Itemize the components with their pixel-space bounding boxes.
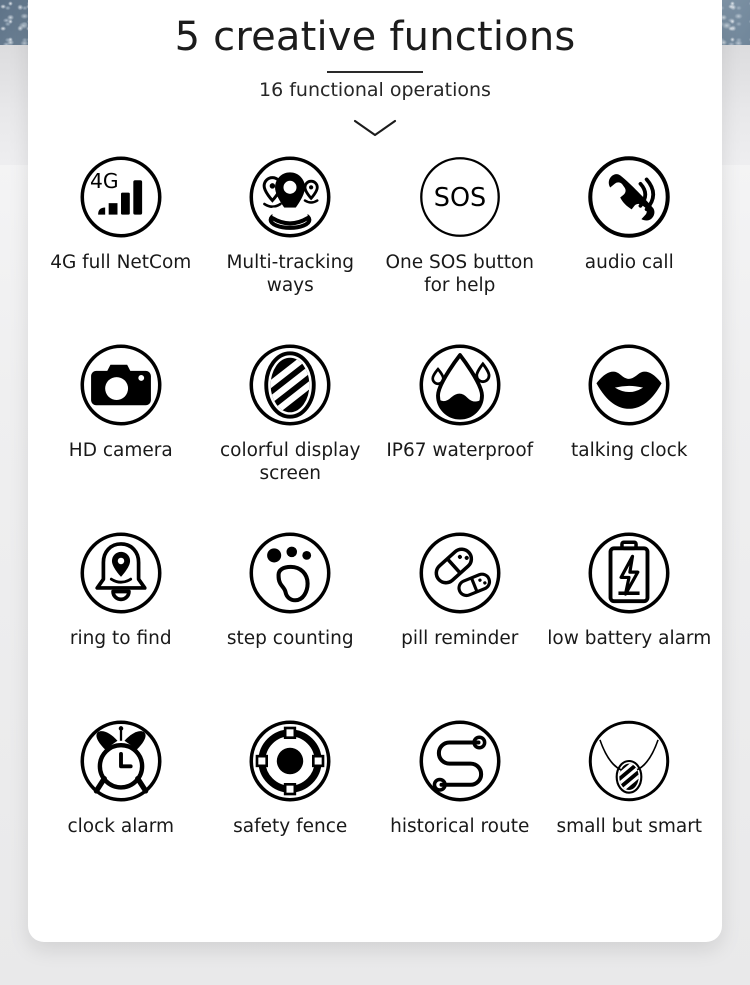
display-screen-icon: [249, 344, 331, 425]
necklace-pendant-icon: [589, 720, 670, 801]
feature-label: IP67 waterproof: [386, 439, 534, 461]
card-header: 5 creative functions 16 functional opera…: [28, 0, 722, 139]
feature-label: colorful display screen: [219, 439, 361, 485]
feature-label: talking clock: [571, 439, 688, 461]
feature-label: historical route: [390, 815, 530, 837]
geofence-icon: [249, 720, 331, 801]
feature-item-small-but-smart[interactable]: small but smart: [545, 717, 715, 905]
feature-label: step counting: [226, 627, 354, 649]
svg-text:SOS: SOS: [434, 182, 486, 212]
feature-label: audio call: [584, 251, 674, 273]
feature-item-colorful-display-screen[interactable]: colorful display screen: [206, 341, 376, 529]
battery-low-icon: [588, 532, 670, 613]
feature-item-low-battery-alarm[interactable]: low battery alarm: [545, 529, 715, 717]
alarm-clock-icon: [80, 720, 162, 801]
feature-item-clock-alarm[interactable]: clock alarm: [36, 717, 206, 905]
feature-item-safety-fence[interactable]: safety fence: [206, 717, 376, 905]
feature-card: 5 creative functions 16 functional opera…: [28, 0, 722, 942]
feature-item-audio-call[interactable]: audio call: [545, 153, 715, 341]
water-drop-icon: [419, 344, 501, 425]
feature-item-sos-button[interactable]: SOS One SOS button for help: [375, 153, 545, 341]
feature-item-pill-reminder[interactable]: pill reminder: [375, 529, 545, 717]
feature-label: 4G full NetCom: [50, 251, 192, 273]
pills-icon: [419, 532, 501, 613]
feature-item-talking-clock[interactable]: talking clock: [545, 341, 715, 529]
page-title: 5 creative functions: [174, 14, 576, 60]
page-subtitle: 16 functional operations: [259, 78, 491, 101]
feature-label: safety fence: [233, 815, 348, 837]
feature-item-historical-route[interactable]: historical route: [375, 717, 545, 905]
map-pins-icon: [249, 156, 331, 237]
feature-label: One SOS button for help: [385, 251, 535, 297]
bell-locator-icon: [80, 532, 162, 613]
feature-item-ip67-waterproof[interactable]: IP67 waterproof: [375, 341, 545, 529]
sos-icon: SOS: [419, 156, 500, 237]
feature-label: clock alarm: [67, 815, 174, 837]
feature-label: Multi-tracking ways: [226, 251, 355, 297]
chevron-down-icon: [28, 117, 722, 139]
feature-label: low battery alarm: [547, 627, 712, 649]
camera-icon: [80, 344, 162, 425]
signal-4g-icon: 4G: [80, 156, 162, 237]
route-path-icon: [419, 720, 501, 801]
svg-text:4G: 4G: [90, 169, 119, 193]
feature-label: small but smart: [556, 815, 703, 837]
feature-item-multi-tracking-ways[interactable]: Multi-tracking ways: [206, 153, 376, 341]
feature-label: pill reminder: [401, 627, 519, 649]
feature-item-ring-to-find[interactable]: ring to find: [36, 529, 206, 717]
feature-label: ring to find: [69, 627, 172, 649]
feature-item-hd-camera[interactable]: HD camera: [36, 341, 206, 529]
features-grid: 4G 4G full NetCom Multi-tracking ways SO…: [28, 153, 722, 905]
footprint-icon: [249, 532, 331, 613]
title-divider: [327, 71, 423, 73]
feature-label: HD camera: [68, 439, 173, 461]
phone-call-icon: [588, 155, 670, 238]
feature-item-step-counting[interactable]: step counting: [206, 529, 376, 717]
feature-item-4g-full-netcom[interactable]: 4G 4G full NetCom: [36, 153, 206, 341]
lips-icon: [588, 344, 670, 425]
